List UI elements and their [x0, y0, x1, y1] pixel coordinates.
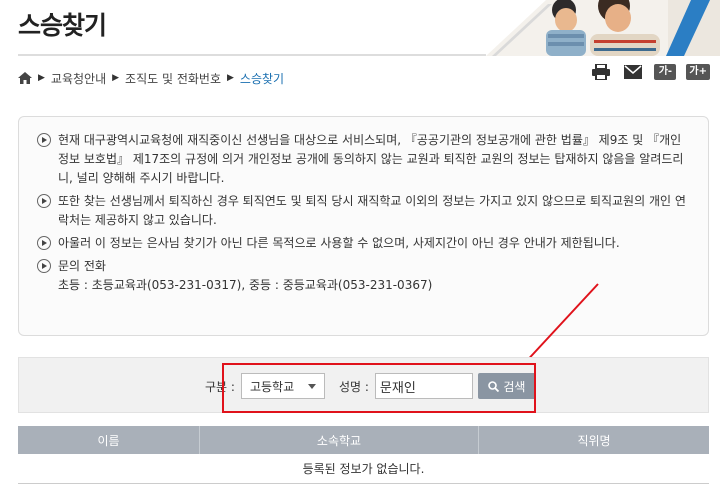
circle-arrow-icon [37, 194, 51, 208]
print-icon[interactable] [590, 64, 612, 80]
page-tools: 가- 가+ [590, 64, 710, 80]
breadcrumb-item[interactable]: 조직도 및 전화번호 [125, 70, 221, 87]
notice-item: 또한 찾는 선생님께서 퇴직하신 경우 퇴직연도 및 퇴직 당시 재직학교 이외… [37, 192, 688, 230]
page-title: 스승찾기 [18, 11, 107, 40]
header-photo [486, 0, 720, 56]
circle-arrow-icon [37, 133, 51, 147]
notice-item: 현재 대구광역시교육청에 재직중이신 선생님을 대상으로 서비스되며, 『공공기… [37, 131, 688, 188]
highlight-box [222, 363, 536, 413]
circle-arrow-icon [37, 259, 51, 273]
chevron-right-icon: ▶ [38, 73, 45, 83]
breadcrumb-current: 스승찾기 [239, 71, 285, 86]
contact-detail: 초등 : 초등교육과(053-231-0317), 중등 : 중등교육과(053… [58, 278, 433, 292]
notice-item: 아울러 이 정보는 은사님 찾기가 아닌 다른 목적으로 사용할 수 없으며, … [37, 234, 688, 253]
title-divider [18, 54, 488, 56]
circle-arrow-icon [37, 236, 51, 250]
contact-title: 문의 전화 [58, 259, 106, 273]
font-increase-button[interactable]: 가+ [686, 64, 710, 80]
notice-text: 또한 찾는 선생님께서 퇴직하신 경우 퇴직연도 및 퇴직 당시 재직학교 이외… [58, 194, 686, 227]
mail-icon[interactable] [622, 64, 644, 80]
table-header: 이름 소속학교 직위명 [18, 426, 709, 454]
column-header-position: 직위명 [577, 433, 611, 448]
chevron-right-icon: ▶ [112, 73, 120, 83]
table-empty-row: 등록된 정보가 없습니다. [18, 454, 709, 484]
notice-contact: 문의 전화 초등 : 초등교육과(053-231-0317), 중등 : 중등교… [58, 257, 432, 295]
font-decrease-button[interactable]: 가- [654, 64, 677, 80]
breadcrumb-item[interactable]: 교육청안내 [51, 70, 106, 87]
column-header-school: 소속학교 [200, 426, 479, 454]
home-icon[interactable] [18, 72, 32, 84]
column-header-name: 이름 [18, 426, 200, 454]
chevron-right-icon: ▶ [227, 73, 234, 83]
notice-text: 아울러 이 정보는 은사님 찾기가 아닌 다른 목적으로 사용할 수 없으며, … [58, 236, 620, 250]
breadcrumb: ▶ 교육청안내 ▶ 조직도 및 전화번호 ▶ 스승찾기 [18, 68, 284, 88]
notice-text: 현재 대구광역시교육청에 재직중이신 선생님을 대상으로 서비스되며, 『공공기… [58, 133, 684, 185]
